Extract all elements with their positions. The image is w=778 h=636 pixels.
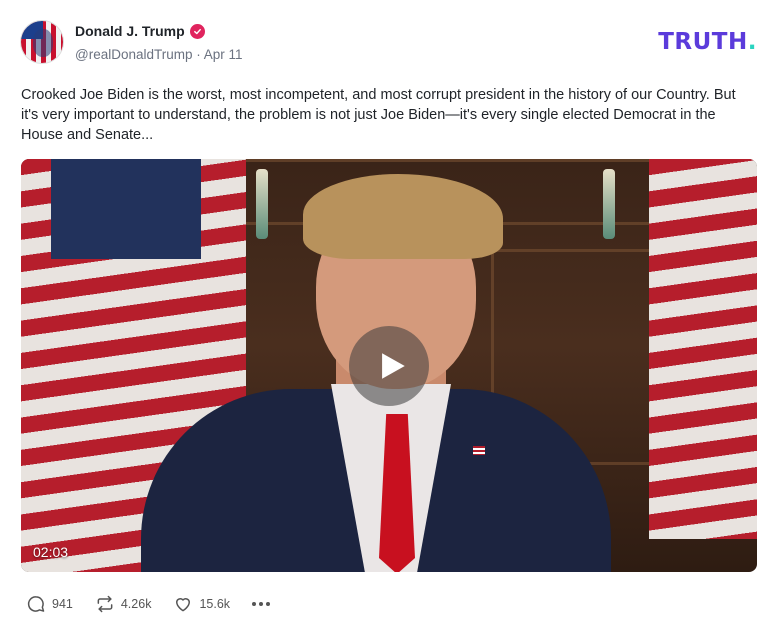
truth-post: Donald J. Trump @realDonaldTrump · Apr 1…: [0, 0, 778, 636]
video-player[interactable]: 02:03: [21, 159, 757, 572]
logo-text: TRUTH: [658, 29, 748, 55]
avatar[interactable]: [21, 21, 63, 63]
reply-count: 941: [52, 597, 73, 611]
heart-icon: [176, 598, 191, 612]
handle-row: @realDonaldTrump · Apr 11: [75, 47, 243, 62]
flag-right: [649, 159, 757, 539]
play-button[interactable]: [349, 326, 429, 406]
retruth-count: 4.26k: [120, 597, 152, 611]
post-actions: 941 4.26k 15.6k: [26, 594, 271, 614]
comment-icon: [27, 596, 45, 612]
wall-sconce: [256, 169, 268, 239]
post-text: Crooked Joe Biden is the worst, most inc…: [21, 87, 736, 143]
wall-sconce: [603, 169, 615, 239]
reply-button[interactable]: 941: [26, 594, 73, 614]
video-duration: 02:03: [33, 544, 69, 560]
like-count: 15.6k: [199, 597, 231, 611]
flag-pin: [473, 446, 485, 455]
author-handle[interactable]: @realDonaldTrump: [75, 47, 193, 62]
logo-dot: .: [747, 29, 757, 55]
verified-badge-icon: [189, 23, 205, 39]
author-name[interactable]: Donald J. Trump: [75, 23, 185, 39]
repost-icon: [97, 595, 113, 613]
play-icon: [382, 353, 405, 379]
more-dots-icon[interactable]: [252, 602, 271, 606]
speaker-hair: [303, 174, 503, 259]
retruth-button[interactable]: 4.26k: [95, 594, 152, 614]
like-button[interactable]: 15.6k: [173, 594, 230, 614]
truth-logo[interactable]: TRUTH.: [658, 29, 757, 55]
avatar-face: [33, 29, 53, 57]
meta-separator: ·: [196, 47, 201, 62]
post-date[interactable]: Apr 11: [204, 47, 243, 62]
flag-left-canton: [51, 159, 201, 259]
author-row: Donald J. Trump: [75, 23, 205, 39]
